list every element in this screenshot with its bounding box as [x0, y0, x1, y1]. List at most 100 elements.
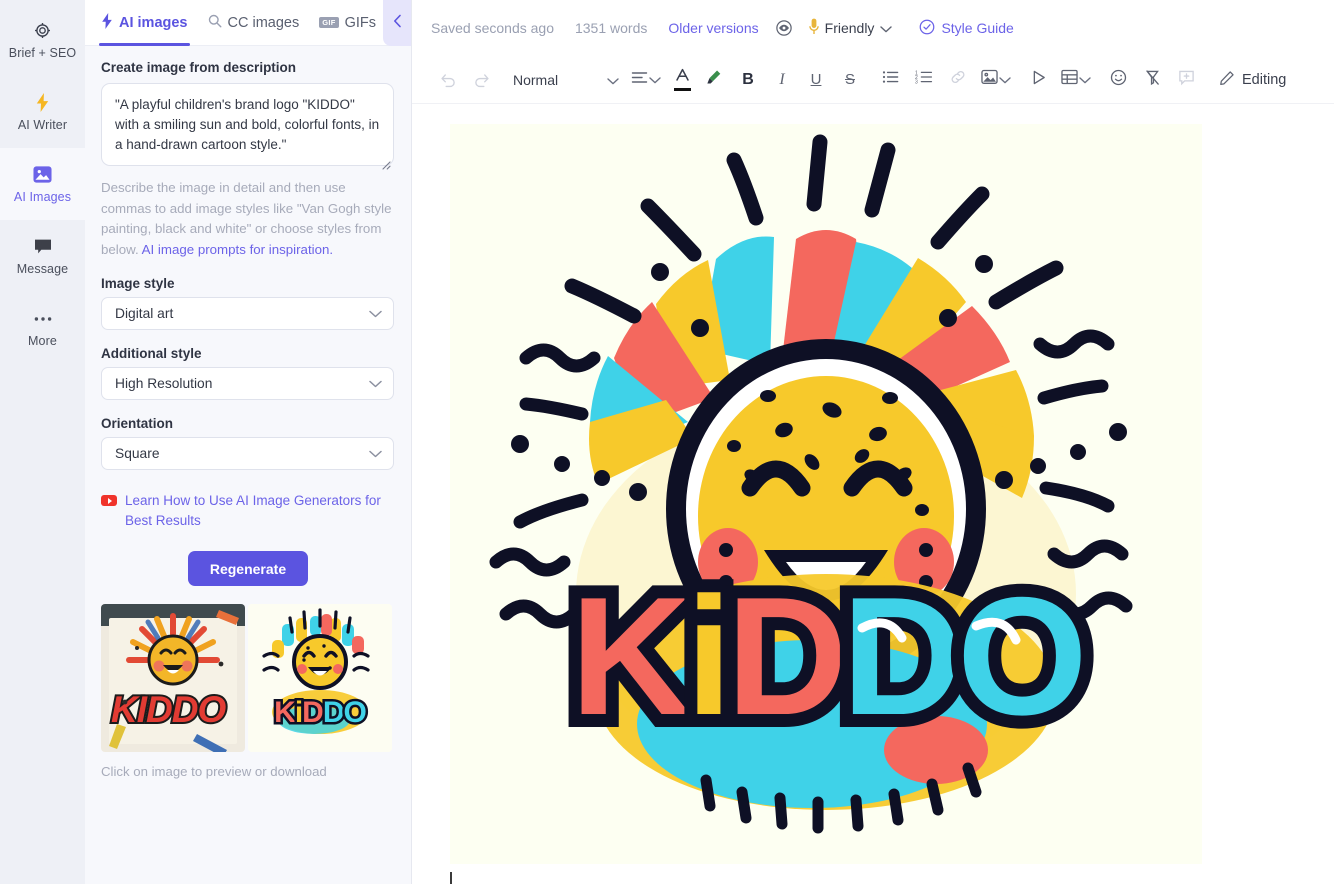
numbered-list-button[interactable]: 1 2 3: [907, 65, 941, 95]
image-style-value: Digital art: [115, 306, 174, 321]
regenerate-row: Regenerate: [101, 551, 395, 586]
bullet-list-button[interactable]: [873, 65, 907, 95]
tone-selector[interactable]: Friendly: [808, 18, 893, 38]
prompt-hint: Describe the image in detail and then us…: [101, 178, 397, 260]
chevron-down-icon: [369, 376, 382, 391]
lightning-bolt-icon: [35, 93, 50, 113]
clear-format-button[interactable]: [1135, 65, 1169, 95]
tab-label: CC images: [227, 14, 300, 31]
document-image-kiddo-logo[interactable]: KiDDO: [450, 124, 1202, 864]
regenerate-button[interactable]: Regenerate: [187, 551, 309, 586]
thumbnail-list: KIDDO KiDDO: [101, 604, 395, 752]
add-comment-button[interactable]: [1169, 65, 1203, 95]
highlighter-button[interactable]: [697, 65, 731, 95]
rail-item-brief-seo[interactable]: Brief + SEO: [0, 4, 85, 76]
tab-label: AI images: [119, 14, 188, 31]
editing-mode-label: Editing: [1242, 71, 1287, 88]
rail-label: AI Images: [13, 189, 72, 204]
older-versions-link[interactable]: Older versions: [668, 20, 758, 36]
insert-table-dropdown[interactable]: [1061, 69, 1091, 90]
redo-icon[interactable]: [465, 65, 499, 95]
link-button[interactable]: [941, 65, 975, 95]
ellipsis-icon: [34, 309, 52, 329]
chevron-down-icon: [369, 306, 382, 321]
editor-toolbar: Normal B I U S 1 2 3 Editing: [412, 56, 1334, 104]
style-guide-button[interactable]: Style Guide: [919, 19, 1014, 38]
numbered-list-icon: 1 2 3: [915, 70, 933, 89]
link-icon: [949, 68, 967, 91]
rail-item-ai-images[interactable]: AI Images: [0, 148, 85, 220]
bullet-list-icon: [882, 70, 899, 89]
chevron-down-icon: [880, 20, 893, 36]
font-color-button[interactable]: [667, 65, 697, 95]
additional-style-select[interactable]: High Resolution: [101, 367, 394, 400]
strikethrough-button[interactable]: S: [833, 65, 867, 95]
youtube-icon: [101, 495, 117, 506]
tab-gifs[interactable]: GIF GIFs: [319, 0, 376, 46]
thumbnail-kiddo-flat[interactable]: KiDDO: [248, 604, 392, 752]
align-left-icon: [631, 70, 648, 90]
target-icon: [34, 21, 51, 41]
chevron-left-icon: [393, 14, 402, 33]
rail-label: More: [28, 333, 57, 348]
text-cursor: [450, 872, 452, 884]
insert-video-button[interactable]: [1021, 65, 1055, 95]
pencil-icon: [1219, 70, 1235, 90]
rail-label: Message: [16, 261, 69, 276]
chevron-down-icon: [649, 71, 661, 89]
panel-tab-bar: AI images CC images GIF GIFs: [85, 0, 411, 46]
document-canvas[interactable]: KiDDO: [412, 104, 1334, 884]
svg-text:KiDDO: KiDDO: [570, 562, 1081, 750]
lightning-bolt-icon: [101, 12, 113, 33]
thumbnail-click-hint: Click on image to preview or download: [101, 764, 327, 779]
youtube-link-label: Learn How to Use AI Image Generators for…: [125, 493, 381, 528]
rail-label: Brief + SEO: [8, 45, 77, 60]
thumbnail-kiddo-crayon[interactable]: KIDDO: [101, 604, 245, 752]
align-dropdown[interactable]: [631, 70, 661, 90]
editor-meta-bar: Saved seconds ago 1351 words Older versi…: [412, 0, 1334, 56]
clear-format-icon: [1144, 69, 1161, 91]
left-rail: Brief + SEO AI Writer AI Images Message …: [0, 0, 85, 884]
panel-body: Create image from description Describe t…: [85, 46, 411, 779]
prompt-textarea[interactable]: [101, 83, 394, 166]
tab-cc-images[interactable]: CC images: [208, 0, 300, 46]
chevron-down-icon: [1079, 71, 1091, 89]
microphone-icon: [808, 18, 819, 38]
editing-mode-button[interactable]: Editing: [1219, 70, 1286, 90]
italic-button[interactable]: I: [765, 65, 799, 95]
insert-image-dropdown[interactable]: [981, 69, 1011, 90]
undo-icon[interactable]: [431, 65, 465, 95]
bold-button[interactable]: B: [731, 65, 765, 95]
svg-text:KiDDO: KiDDO: [274, 696, 366, 729]
document-editor: Saved seconds ago 1351 words Older versi…: [412, 0, 1334, 884]
rail-item-message[interactable]: Message: [0, 220, 85, 292]
chat-bubble-icon: [34, 237, 52, 257]
image-style-select[interactable]: Digital art: [101, 297, 394, 330]
rail-item-more[interactable]: More: [0, 292, 85, 364]
font-color-icon: [675, 68, 690, 87]
svg-text:KIDDO: KIDDO: [111, 689, 226, 730]
youtube-tutorial-link[interactable]: Learn How to Use AI Image Generators for…: [101, 491, 397, 531]
eye-icon[interactable]: [775, 20, 792, 36]
highlighter-icon: [705, 68, 723, 91]
orientation-value: Square: [115, 446, 160, 461]
underline-button[interactable]: U: [799, 65, 833, 95]
rail-item-ai-writer[interactable]: AI Writer: [0, 76, 85, 148]
tab-label: GIFs: [344, 14, 377, 31]
chevron-down-icon: [999, 71, 1011, 89]
orientation-select[interactable]: Square: [101, 437, 394, 470]
check-circle-icon: [919, 19, 935, 38]
search-icon: [208, 14, 222, 32]
image-icon: [981, 69, 998, 90]
additional-style-label: Additional style: [101, 346, 202, 361]
table-icon: [1061, 69, 1078, 90]
emoji-button[interactable]: [1101, 65, 1135, 95]
svg-text:3: 3: [915, 80, 918, 84]
prompt-inspiration-link[interactable]: AI image prompts for inspiration.: [142, 242, 333, 257]
image-icon: [33, 165, 52, 185]
paragraph-style-select[interactable]: Normal: [507, 65, 625, 95]
ai-images-panel: AI images CC images GIF GIFs Create imag…: [85, 0, 412, 884]
collapse-panel-button[interactable]: [383, 0, 411, 46]
chevron-down-icon: [607, 72, 619, 88]
tab-ai-images[interactable]: AI images: [99, 0, 189, 46]
